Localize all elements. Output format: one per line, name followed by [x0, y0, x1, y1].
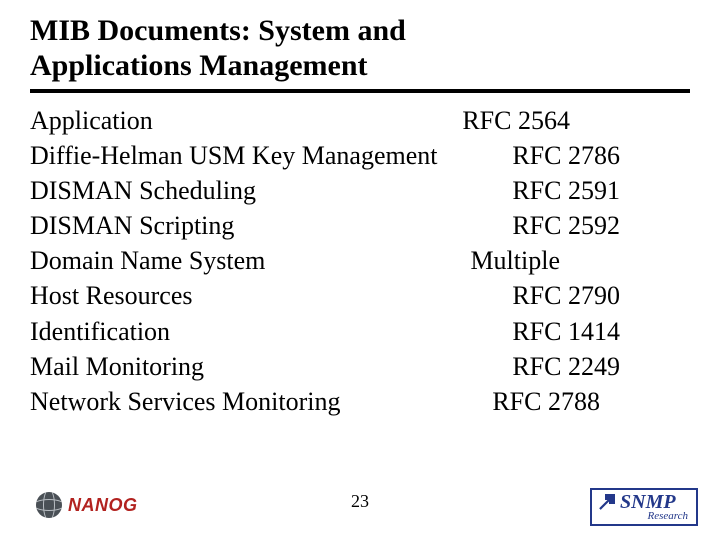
list-item: Host Resources RFC 2790: [30, 278, 690, 313]
item-name: Network Services Monitoring: [30, 384, 341, 419]
list-item: Diffie-Helman USM Key Management RFC 278…: [30, 138, 690, 173]
item-rfc: RFC 2790: [512, 278, 690, 313]
slide-title: MIB Documents: System and Applications M…: [30, 14, 690, 83]
list-item: Domain Name System Multiple: [30, 243, 690, 278]
list-item: Mail Monitoring RFC 2249: [30, 349, 690, 384]
item-name: Application: [30, 103, 153, 138]
title-line-2: Applications Management: [30, 49, 368, 82]
slide: MIB Documents: System and Applications M…: [0, 0, 720, 540]
item-name: Domain Name System: [30, 243, 265, 278]
item-name: Identification: [30, 314, 170, 349]
snmp-text: SNMP: [620, 492, 676, 512]
content-list: Application RFC 2564 Diffie-Helman USM K…: [30, 103, 690, 419]
item-rfc: RFC 2592: [512, 208, 690, 243]
nanog-logo: NANOG: [36, 492, 138, 518]
item-rfc: RFC 2591: [512, 173, 690, 208]
title-underline: [30, 89, 690, 93]
item-name: Diffie-Helman USM Key Management: [30, 138, 437, 173]
item-name: Host Resources: [30, 278, 192, 313]
item-name: DISMAN Scripting: [30, 208, 234, 243]
item-name: DISMAN Scheduling: [30, 173, 256, 208]
arrow-icon: [598, 493, 616, 511]
list-item: DISMAN Scripting RFC 2592: [30, 208, 690, 243]
item-rfc: RFC 2249: [512, 349, 690, 384]
item-rfc: RFC 1414: [512, 314, 690, 349]
item-rfc: RFC 2788: [492, 384, 690, 419]
nanog-text: NANOG: [68, 495, 138, 516]
globe-icon: [36, 492, 62, 518]
item-rfc: Multiple: [470, 243, 690, 278]
item-rfc: RFC 2564: [462, 103, 690, 138]
item-rfc: RFC 2786: [512, 138, 690, 173]
list-item: Application RFC 2564: [30, 103, 690, 138]
list-item: Identification RFC 1414: [30, 314, 690, 349]
item-name: Mail Monitoring: [30, 349, 204, 384]
title-line-1: MIB Documents: System and: [30, 14, 406, 47]
snmp-logo-top: SNMP: [598, 492, 690, 512]
list-item: Network Services Monitoring RFC 2788: [30, 384, 690, 419]
list-item: DISMAN Scheduling RFC 2591: [30, 173, 690, 208]
snmp-research-logo: SNMP Research: [590, 488, 698, 526]
